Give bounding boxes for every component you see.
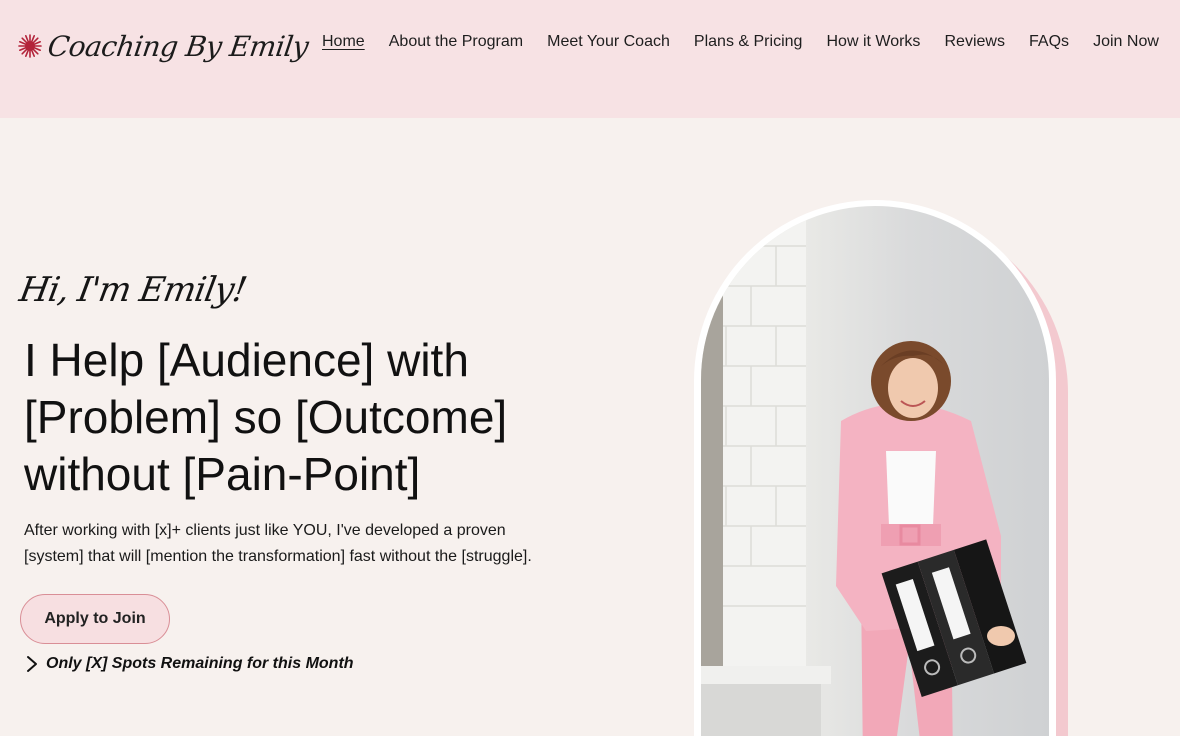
brand-name: Coaching By Emily [45,29,311,63]
nav-how-it-works[interactable]: How it Works [826,33,920,51]
nav-reviews[interactable]: Reviews [944,33,1004,51]
nav-faqs[interactable]: FAQs [1029,33,1069,51]
nav-home[interactable]: Home [322,33,365,51]
coach-illustration [701,206,1027,736]
nav-join-now[interactable]: Join Now [1093,33,1159,51]
hero-subtext: After working with [x]+ clients just lik… [24,522,532,565]
nav-meet-coach[interactable]: Meet Your Coach [547,33,670,51]
nav-about-program[interactable]: About the Program [389,33,523,51]
chevron-right-icon [27,656,37,672]
coach-photo [701,206,1049,736]
site-header: Coaching By Emily Home About the Program… [0,0,1180,118]
coach-photo-frame [694,200,1056,736]
hero-headline: I Help [Audience] with [Problem] so [Out… [24,334,508,500]
spots-remaining: Only [X] Spots Remaining for this Month [24,654,354,674]
hero-greeting: Hi, I'm Emily! [16,270,250,310]
spots-remaining-text: Only [X] Spots Remaining for this Month [46,655,354,672]
nav-plans-pricing[interactable]: Plans & Pricing [694,33,803,51]
brand-logo[interactable]: Coaching By Emily [18,26,311,66]
apply-to-join-button[interactable]: Apply to Join [20,594,170,644]
sunburst-icon [18,34,42,58]
main-nav: Home About the Program Meet Your Coach P… [322,33,1159,51]
